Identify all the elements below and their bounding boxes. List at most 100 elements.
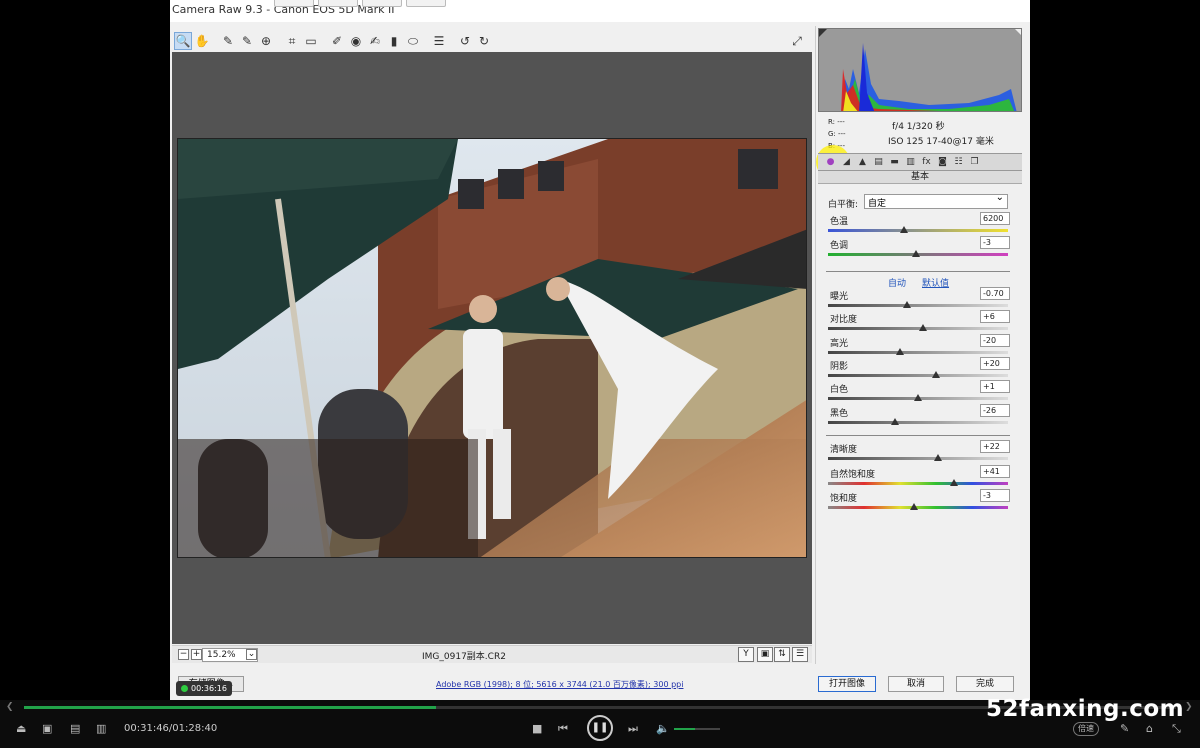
slider-thumb[interactable]: [890, 418, 899, 425]
stop-icon[interactable]: ■: [532, 722, 542, 735]
hsl-tab-icon[interactable]: ▤: [872, 156, 885, 169]
slider-track[interactable]: [828, 229, 1008, 232]
radial-filter-tool-icon[interactable]: ⬭: [404, 32, 422, 50]
preferences-tool-icon[interactable]: ☰: [430, 32, 448, 50]
crop-tool-icon[interactable]: ⌗: [283, 32, 301, 50]
rotate-ccw-tool-icon[interactable]: ↺: [456, 32, 474, 50]
adjustment-brush-tool-icon[interactable]: ✍: [366, 32, 384, 50]
status-bar: − + 15.2% ⌄ IMG_0917副本.CR2 Y ▣ ⇅ ☰: [172, 645, 812, 663]
title-tab[interactable]: [274, 0, 314, 7]
slider-thumb[interactable]: [933, 454, 942, 461]
presets-tab-icon[interactable]: ☷: [952, 156, 965, 169]
spot-removal-tool-icon[interactable]: ✐: [328, 32, 346, 50]
photo-image: [178, 139, 806, 557]
swap-icon[interactable]: ⇅: [774, 647, 790, 662]
exif-info: f/4 1/320 秒 ISO 125 17-40@17 毫米: [888, 122, 994, 147]
fullscreen-icon[interactable]: ⤢: [788, 32, 806, 50]
speed-button[interactable]: 倍速: [1073, 722, 1099, 736]
title-tabs: [274, 0, 446, 7]
rotate-cw-tool-icon[interactable]: ↻: [475, 32, 493, 50]
comment-icon[interactable]: ▥: [96, 722, 106, 735]
slider-track[interactable]: [828, 482, 1008, 485]
slider-thumb[interactable]: [910, 503, 919, 510]
volume-slider[interactable]: [674, 728, 720, 730]
filter-icon[interactable]: Y: [738, 647, 754, 662]
workflow-options-link[interactable]: Adobe RGB (1998); 8 位; 5616 x 3744 (21.0…: [436, 679, 683, 690]
detail-tab-icon[interactable]: ▲: [856, 156, 869, 169]
camera-calibration-tab-icon[interactable]: ◙: [936, 156, 949, 169]
slider-track[interactable]: [828, 421, 1008, 424]
slider-label: 自然饱和度: [830, 470, 876, 480]
auto-link[interactable]: 自动: [888, 276, 906, 289]
slider-thumb[interactable]: [896, 348, 904, 355]
slider-thumb[interactable]: [914, 394, 922, 401]
title-tab[interactable]: [362, 0, 402, 7]
dialog-footer: 存储图像... 00:36:16 Adobe RGB (1998); 8 位; …: [170, 664, 1030, 700]
white-balance-select[interactable]: 自定: [864, 192, 1008, 209]
pause-button[interactable]: ❚❚: [587, 715, 613, 741]
slider-thumb[interactable]: [950, 479, 958, 486]
open-image-button[interactable]: 打开图像: [818, 676, 876, 692]
basic-tab-icon[interactable]: ●: [824, 156, 837, 169]
eject-icon[interactable]: ⏏: [16, 722, 26, 735]
slider-value-input[interactable]: -26: [980, 404, 1010, 417]
zoom-out-button[interactable]: −: [178, 649, 189, 660]
title-tab[interactable]: [406, 0, 446, 7]
slider-thumb[interactable]: [912, 250, 921, 257]
fullscreen-exit-icon[interactable]: ⤡: [1172, 722, 1181, 736]
zoom-in-button[interactable]: +: [191, 649, 202, 660]
volume-icon[interactable]: 🔈: [656, 722, 670, 735]
slider-track[interactable]: [828, 457, 1008, 460]
screenshot-icon[interactable]: ▣: [42, 722, 52, 735]
done-button[interactable]: 完成: [956, 676, 1014, 692]
white-balance-tool-icon[interactable]: ✎: [219, 32, 237, 50]
slider-value-input[interactable]: -3: [980, 236, 1010, 249]
slider-track[interactable]: [828, 374, 1008, 377]
title-tab[interactable]: [318, 0, 358, 7]
chevron-right-icon[interactable]: ❯: [1185, 702, 1193, 712]
slider-value-input[interactable]: 6200: [980, 212, 1010, 225]
tone-curve-tab-icon[interactable]: ◢: [840, 156, 853, 169]
cancel-button[interactable]: 取消: [888, 676, 944, 692]
snapshots-tab-icon[interactable]: ❐: [968, 156, 981, 169]
default-link[interactable]: 默认值: [922, 276, 949, 289]
slider-value-input[interactable]: +1: [980, 380, 1010, 393]
file-name: IMG_0917副本.CR2: [422, 652, 506, 662]
hand-tool-icon[interactable]: ✋: [193, 32, 211, 50]
color-sampler-tool-icon[interactable]: ✎: [238, 32, 256, 50]
chevron-left-icon[interactable]: ❮: [6, 702, 14, 712]
effects-tab-icon[interactable]: fx: [920, 156, 933, 169]
slider-value-input[interactable]: -3: [980, 489, 1010, 502]
slider-thumb[interactable]: [899, 226, 908, 233]
slider-thumb[interactable]: [919, 324, 928, 331]
previous-icon[interactable]: ⏮: [558, 722, 568, 736]
split-toning-tab-icon[interactable]: ▬: [888, 156, 901, 169]
slider-value-input[interactable]: -0.70: [980, 287, 1010, 300]
slider-value-input[interactable]: +6: [980, 310, 1010, 323]
slider-value-input[interactable]: +20: [980, 357, 1010, 370]
view-settings-icon[interactable]: ☰: [792, 647, 808, 662]
lens-corrections-tab-icon[interactable]: ▥: [904, 156, 917, 169]
recording-dot-icon: [181, 685, 188, 692]
slider-value-input[interactable]: +22: [980, 440, 1010, 453]
slider-track[interactable]: [828, 327, 1008, 330]
danmaku-icon[interactable]: ▤: [70, 722, 80, 735]
volume-fill: [674, 728, 695, 730]
targeted-adjustment-tool-icon[interactable]: ⊕: [257, 32, 275, 50]
settings-icon[interactable]: ✎: [1120, 722, 1129, 735]
straighten-tool-icon[interactable]: ▭: [302, 32, 320, 50]
image-preview-area[interactable]: [172, 52, 812, 644]
slider-value-input[interactable]: +41: [980, 465, 1010, 478]
slider-thumb[interactable]: [932, 371, 940, 378]
slider-thumb[interactable]: [903, 301, 912, 308]
playlist-icon[interactable]: ⌂: [1146, 722, 1153, 735]
slider-value-input[interactable]: -20: [980, 334, 1010, 347]
slider-track[interactable]: [828, 351, 1008, 354]
zoom-tool-icon[interactable]: 🔍: [174, 32, 192, 50]
graduated-filter-tool-icon[interactable]: ▮: [385, 32, 403, 50]
red-eye-tool-icon[interactable]: ◉: [347, 32, 365, 50]
before-after-icon[interactable]: ▣: [757, 647, 773, 662]
zoom-dropdown-icon[interactable]: ⌄: [246, 649, 257, 660]
slider-track[interactable]: [828, 304, 1008, 307]
next-icon[interactable]: ⏭: [628, 722, 638, 736]
